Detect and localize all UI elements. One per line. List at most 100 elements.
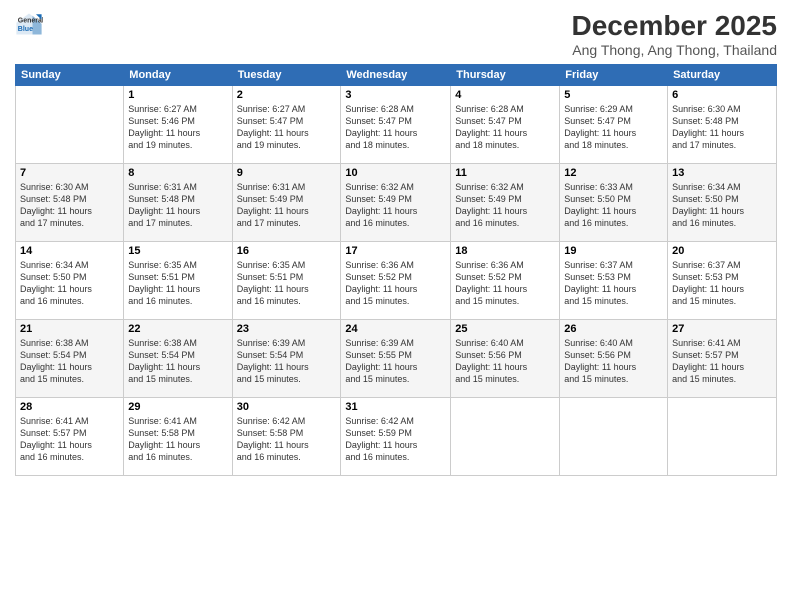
day-number: 13 <box>672 167 772 179</box>
day-number: 23 <box>237 323 337 335</box>
weekday-header-saturday: Saturday <box>668 65 777 86</box>
day-number: 2 <box>237 89 337 101</box>
title-block: December 2025 Ang Thong, Ang Thong, Thai… <box>572 10 777 58</box>
day-number: 10 <box>345 167 446 179</box>
day-info: Sunrise: 6:30 AM Sunset: 5:48 PM Dayligh… <box>20 181 119 230</box>
calendar-table: SundayMondayTuesdayWednesdayThursdayFrid… <box>15 64 777 476</box>
day-number: 15 <box>128 245 227 257</box>
weekday-header-thursday: Thursday <box>451 65 560 86</box>
weekday-header-sunday: Sunday <box>16 65 124 86</box>
location-title: Ang Thong, Ang Thong, Thailand <box>572 42 777 58</box>
logo-icon: General Blue <box>15 10 43 38</box>
calendar-cell: 5 Sunrise: 6:29 AM Sunset: 5:47 PM Daylig… <box>560 86 668 164</box>
day-number: 9 <box>237 167 337 179</box>
day-info: Sunrise: 6:37 AM Sunset: 5:53 PM Dayligh… <box>564 259 663 308</box>
calendar-cell: 7Sunrise: 6:30 AM Sunset: 5:48 PM Daylig… <box>16 164 124 242</box>
day-info: Sunrise: 6:39 AM Sunset: 5:54 PM Dayligh… <box>237 337 337 386</box>
calendar-cell: 6Sunrise: 6:30 AM Sunset: 5:48 PM Daylig… <box>668 86 777 164</box>
calendar-week-row: 1 Sunrise: 6:27 AM Sunset: 5:46 PM Daylig… <box>16 86 777 164</box>
day-info: Sunrise: 6:31 AM Sunset: 5:48 PM Dayligh… <box>128 181 227 230</box>
day-number: 11 <box>455 167 555 179</box>
day-number: 12 <box>564 167 663 179</box>
day-number: 5 <box>564 89 663 101</box>
calendar-cell: 17Sunrise: 6:36 AM Sunset: 5:52 PM Dayli… <box>341 242 451 320</box>
day-number: 24 <box>345 323 446 335</box>
day-number: 19 <box>564 245 663 257</box>
day-number: 14 <box>20 245 119 257</box>
calendar-week-row: 14 Sunrise: 6:34 AM Sunset: 5:50 PM Dayli… <box>16 242 777 320</box>
calendar-week-row: 28 Sunrise: 6:41 AM Sunset: 5:57 PM Dayli… <box>16 398 777 476</box>
day-info: Sunrise: 6:27 AM Sunset: 5:47 PM Dayligh… <box>237 103 337 152</box>
day-info: Sunrise: 6:27 AM Sunset: 5:46 PM Dayligh… <box>128 103 227 152</box>
day-info: Sunrise: 6:29 AM Sunset: 5:47 PM Dayligh… <box>564 103 663 152</box>
day-info: Sunrise: 6:28 AM Sunset: 5:47 PM Dayligh… <box>345 103 446 152</box>
day-info: Sunrise: 6:42 AM Sunset: 5:58 PM Dayligh… <box>237 415 337 464</box>
calendar-page: General Blue December 2025 Ang Thong, An… <box>0 0 792 612</box>
day-info: Sunrise: 6:34 AM Sunset: 5:50 PM Dayligh… <box>20 259 119 308</box>
day-info: Sunrise: 6:33 AM Sunset: 5:50 PM Dayligh… <box>564 181 663 230</box>
calendar-cell: 2 Sunrise: 6:27 AM Sunset: 5:47 PM Daylig… <box>232 86 341 164</box>
day-number: 27 <box>672 323 772 335</box>
calendar-cell: 4 Sunrise: 6:28 AM Sunset: 5:47 PM Daylig… <box>451 86 560 164</box>
day-number: 25 <box>455 323 555 335</box>
day-number: 22 <box>128 323 227 335</box>
calendar-cell: 19 Sunrise: 6:37 AM Sunset: 5:53 PM Dayli… <box>560 242 668 320</box>
calendar-cell: 24Sunrise: 6:39 AM Sunset: 5:55 PM Dayli… <box>341 320 451 398</box>
calendar-cell: 18Sunrise: 6:36 AM Sunset: 5:52 PM Dayli… <box>451 242 560 320</box>
day-number: 30 <box>237 401 337 413</box>
day-info: Sunrise: 6:42 AM Sunset: 5:59 PM Dayligh… <box>345 415 446 464</box>
day-info: Sunrise: 6:32 AM Sunset: 5:49 PM Dayligh… <box>345 181 446 230</box>
day-info: Sunrise: 6:41 AM Sunset: 5:57 PM Dayligh… <box>20 415 119 464</box>
day-info: Sunrise: 6:40 AM Sunset: 5:56 PM Dayligh… <box>455 337 555 386</box>
calendar-cell: 22 Sunrise: 6:38 AM Sunset: 5:54 PM Dayli… <box>124 320 232 398</box>
day-number: 28 <box>20 401 119 413</box>
calendar-cell <box>451 398 560 476</box>
weekday-header-tuesday: Tuesday <box>232 65 341 86</box>
day-info: Sunrise: 6:28 AM Sunset: 5:47 PM Dayligh… <box>455 103 555 152</box>
month-title: December 2025 <box>572 10 777 42</box>
calendar-cell: 25 Sunrise: 6:40 AM Sunset: 5:56 PM Dayli… <box>451 320 560 398</box>
calendar-cell: 9 Sunrise: 6:31 AM Sunset: 5:49 PM Daylig… <box>232 164 341 242</box>
weekday-header-wednesday: Wednesday <box>341 65 451 86</box>
day-number: 4 <box>455 89 555 101</box>
day-number: 31 <box>345 401 446 413</box>
day-info: Sunrise: 6:41 AM Sunset: 5:57 PM Dayligh… <box>672 337 772 386</box>
calendar-cell: 30 Sunrise: 6:42 AM Sunset: 5:58 PM Dayli… <box>232 398 341 476</box>
calendar-cell: 23 Sunrise: 6:39 AM Sunset: 5:54 PM Dayli… <box>232 320 341 398</box>
day-info: Sunrise: 6:41 AM Sunset: 5:58 PM Dayligh… <box>128 415 227 464</box>
day-number: 1 <box>128 89 227 101</box>
calendar-cell: 12 Sunrise: 6:33 AM Sunset: 5:50 PM Dayli… <box>560 164 668 242</box>
calendar-cell <box>16 86 124 164</box>
calendar-cell: 15 Sunrise: 6:35 AM Sunset: 5:51 PM Dayli… <box>124 242 232 320</box>
day-number: 16 <box>237 245 337 257</box>
calendar-cell: 1 Sunrise: 6:27 AM Sunset: 5:46 PM Daylig… <box>124 86 232 164</box>
day-info: Sunrise: 6:35 AM Sunset: 5:51 PM Dayligh… <box>128 259 227 308</box>
day-info: Sunrise: 6:34 AM Sunset: 5:50 PM Dayligh… <box>672 181 772 230</box>
day-info: Sunrise: 6:38 AM Sunset: 5:54 PM Dayligh… <box>128 337 227 386</box>
calendar-cell: 14 Sunrise: 6:34 AM Sunset: 5:50 PM Dayli… <box>16 242 124 320</box>
calendar-cell: 21Sunrise: 6:38 AM Sunset: 5:54 PM Dayli… <box>16 320 124 398</box>
day-number: 29 <box>128 401 227 413</box>
calendar-cell: 28 Sunrise: 6:41 AM Sunset: 5:57 PM Dayli… <box>16 398 124 476</box>
day-number: 26 <box>564 323 663 335</box>
weekday-header-row: SundayMondayTuesdayWednesdayThursdayFrid… <box>16 65 777 86</box>
day-info: Sunrise: 6:35 AM Sunset: 5:51 PM Dayligh… <box>237 259 337 308</box>
calendar-cell <box>668 398 777 476</box>
calendar-cell: 29 Sunrise: 6:41 AM Sunset: 5:58 PM Dayli… <box>124 398 232 476</box>
calendar-cell <box>560 398 668 476</box>
day-number: 8 <box>128 167 227 179</box>
calendar-cell: 27 Sunrise: 6:41 AM Sunset: 5:57 PM Dayli… <box>668 320 777 398</box>
calendar-cell: 11 Sunrise: 6:32 AM Sunset: 5:49 PM Dayli… <box>451 164 560 242</box>
day-info: Sunrise: 6:32 AM Sunset: 5:49 PM Dayligh… <box>455 181 555 230</box>
day-info: Sunrise: 6:36 AM Sunset: 5:52 PM Dayligh… <box>345 259 446 308</box>
calendar-cell: 20Sunrise: 6:37 AM Sunset: 5:53 PM Dayli… <box>668 242 777 320</box>
day-number: 21 <box>20 323 119 335</box>
calendar-cell: 10 Sunrise: 6:32 AM Sunset: 5:49 PM Dayli… <box>341 164 451 242</box>
calendar-cell: 13 Sunrise: 6:34 AM Sunset: 5:50 PM Dayli… <box>668 164 777 242</box>
day-number: 18 <box>455 245 555 257</box>
svg-text:Blue: Blue <box>18 26 33 33</box>
calendar-week-row: 21 Sunrise: 6:38 AM Sunset: 5:54 PM Dayli… <box>16 320 777 398</box>
day-info: Sunrise: 6:40 AM Sunset: 5:56 PM Dayligh… <box>564 337 663 386</box>
day-info: Sunrise: 6:31 AM Sunset: 5:49 PM Dayligh… <box>237 181 337 230</box>
day-info: Sunrise: 6:30 AM Sunset: 5:48 PM Dayligh… <box>672 103 772 152</box>
